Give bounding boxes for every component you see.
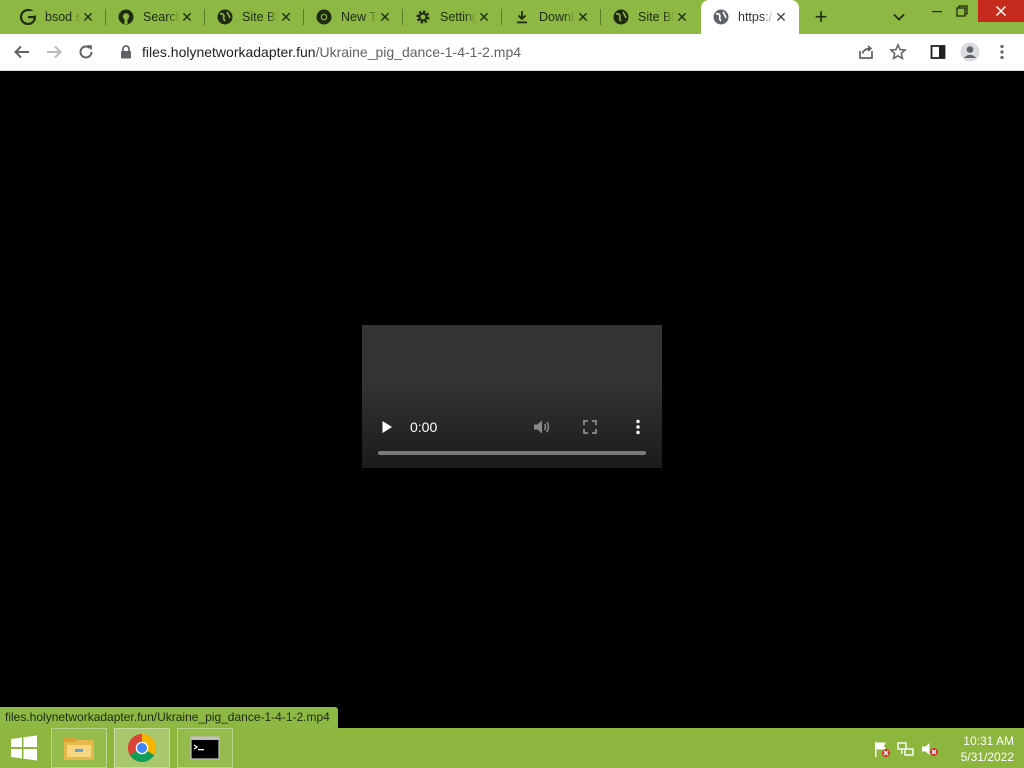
tab-title: Downl: [539, 10, 574, 24]
tab-4[interactable]: New T ✕: [304, 0, 403, 34]
forward-button[interactable]: [42, 40, 66, 64]
tab-title: Site Bl: [242, 10, 278, 24]
taskbar-chrome[interactable]: [114, 728, 170, 768]
tab-search-button[interactable]: [890, 8, 908, 26]
taskbar-file-explorer[interactable]: [51, 728, 107, 768]
video-player[interactable]: 0:00: [362, 325, 662, 468]
tab-title: bsod s: [45, 10, 81, 24]
side-panel-button[interactable]: [926, 40, 950, 64]
action-center-flag-icon[interactable]: [873, 740, 891, 758]
close-icon: [995, 5, 1007, 17]
address-url[interactable]: files.holynetworkadapter.fun/Ukraine_pig…: [142, 44, 521, 60]
tab-1[interactable]: bsod s ✕: [8, 0, 106, 34]
tab-6[interactable]: Downl ✕: [502, 0, 601, 34]
windows-logo-icon: [11, 735, 37, 761]
close-icon[interactable]: ✕: [575, 9, 591, 25]
share-icon: [859, 45, 873, 59]
bookmark-button[interactable]: [886, 40, 910, 64]
url-path: /Ukraine_pig_dance-1-4-1-2.mp4: [315, 44, 522, 60]
play-icon: [382, 421, 392, 433]
close-icon[interactable]: ✕: [674, 9, 690, 25]
close-icon[interactable]: ✕: [377, 9, 393, 25]
clock-time: 10:31 AM: [963, 734, 1014, 748]
volume-icon: [534, 420, 550, 434]
lock-icon[interactable]: [120, 45, 132, 59]
tab-title: Site Bl: [638, 10, 674, 24]
close-icon[interactable]: ✕: [80, 9, 96, 25]
arrow-right-icon: [47, 45, 62, 59]
window-close-button[interactable]: [978, 0, 1024, 22]
video-options-button[interactable]: [629, 418, 647, 436]
globe-icon: [613, 9, 629, 25]
star-icon: [889, 43, 907, 61]
url-host: files.holynetworkadapter.fun: [142, 44, 316, 60]
command-prompt-icon: [190, 736, 220, 760]
globe-icon: [217, 9, 233, 25]
chrome-icon: [128, 734, 156, 762]
gear-icon: [415, 9, 431, 25]
kebab-menu-icon: [1000, 44, 1004, 60]
network-icon[interactable]: [897, 740, 915, 758]
start-button[interactable]: [0, 728, 48, 768]
restore-button[interactable]: [946, 0, 978, 22]
status-bar-url: files.holynetworkadapter.fun/Ukraine_pig…: [0, 707, 338, 728]
tab-title: Setting: [440, 10, 476, 24]
profile-button[interactable]: [958, 40, 982, 64]
chevron-down-icon: [893, 13, 905, 21]
mute-button[interactable]: [532, 418, 552, 436]
close-icon[interactable]: ✕: [476, 9, 492, 25]
taskbar: 10:31 AM 5/31/2022: [0, 728, 1024, 768]
back-button[interactable]: [10, 40, 34, 64]
github-icon: [118, 9, 134, 25]
volume-muted-icon[interactable]: [921, 740, 939, 758]
browser-toolbar: files.holynetworkadapter.fun/Ukraine_pig…: [0, 34, 1024, 71]
play-button[interactable]: [378, 418, 396, 436]
reload-button[interactable]: [74, 40, 98, 64]
clock-date: 5/31/2022: [960, 750, 1014, 764]
reload-icon: [79, 45, 93, 59]
tab-title: https:/: [738, 10, 773, 24]
google-icon: [20, 9, 36, 25]
video-current-time: 0:00: [410, 419, 438, 435]
close-icon[interactable]: ✕: [179, 9, 195, 25]
share-button[interactable]: [854, 40, 878, 64]
close-icon[interactable]: ✕: [278, 9, 294, 25]
tab-7[interactable]: Site Bl ✕: [601, 0, 700, 34]
file-explorer-icon: [64, 737, 94, 760]
tab-title: New T: [341, 10, 377, 24]
fullscreen-button[interactable]: [581, 418, 599, 436]
minimize-icon: [932, 11, 942, 13]
chrome-icon: [316, 9, 332, 25]
close-icon[interactable]: ✕: [773, 9, 789, 25]
globe-icon: [713, 9, 729, 25]
menu-button[interactable]: [990, 40, 1014, 64]
tab-strip: bsod s ✕ Search ✕ Site Bl ✕ New T ✕ Sett…: [0, 0, 1024, 34]
kebab-menu-icon: [636, 419, 640, 435]
tab-8-active[interactable]: https:/ ✕: [701, 0, 799, 34]
avatar-icon: [960, 42, 980, 62]
fullscreen-icon: [583, 420, 597, 434]
new-tab-button[interactable]: +: [810, 6, 832, 28]
tab-2[interactable]: Search ✕: [106, 0, 205, 34]
tab-title: Search: [143, 10, 179, 24]
taskbar-clock[interactable]: 10:31 AM 5/31/2022: [944, 733, 1014, 765]
restore-icon: [956, 5, 968, 17]
video-progress-bar[interactable]: [378, 451, 646, 455]
download-icon: [514, 9, 530, 25]
address-bar[interactable]: files.holynetworkadapter.fun/Ukraine_pig…: [108, 37, 920, 67]
tab-5[interactable]: Setting ✕: [403, 0, 502, 34]
tab-3[interactable]: Site Bl ✕: [205, 0, 304, 34]
arrow-left-icon: [14, 45, 29, 59]
side-panel-icon: [930, 45, 946, 59]
taskbar-command-prompt[interactable]: [177, 728, 233, 768]
